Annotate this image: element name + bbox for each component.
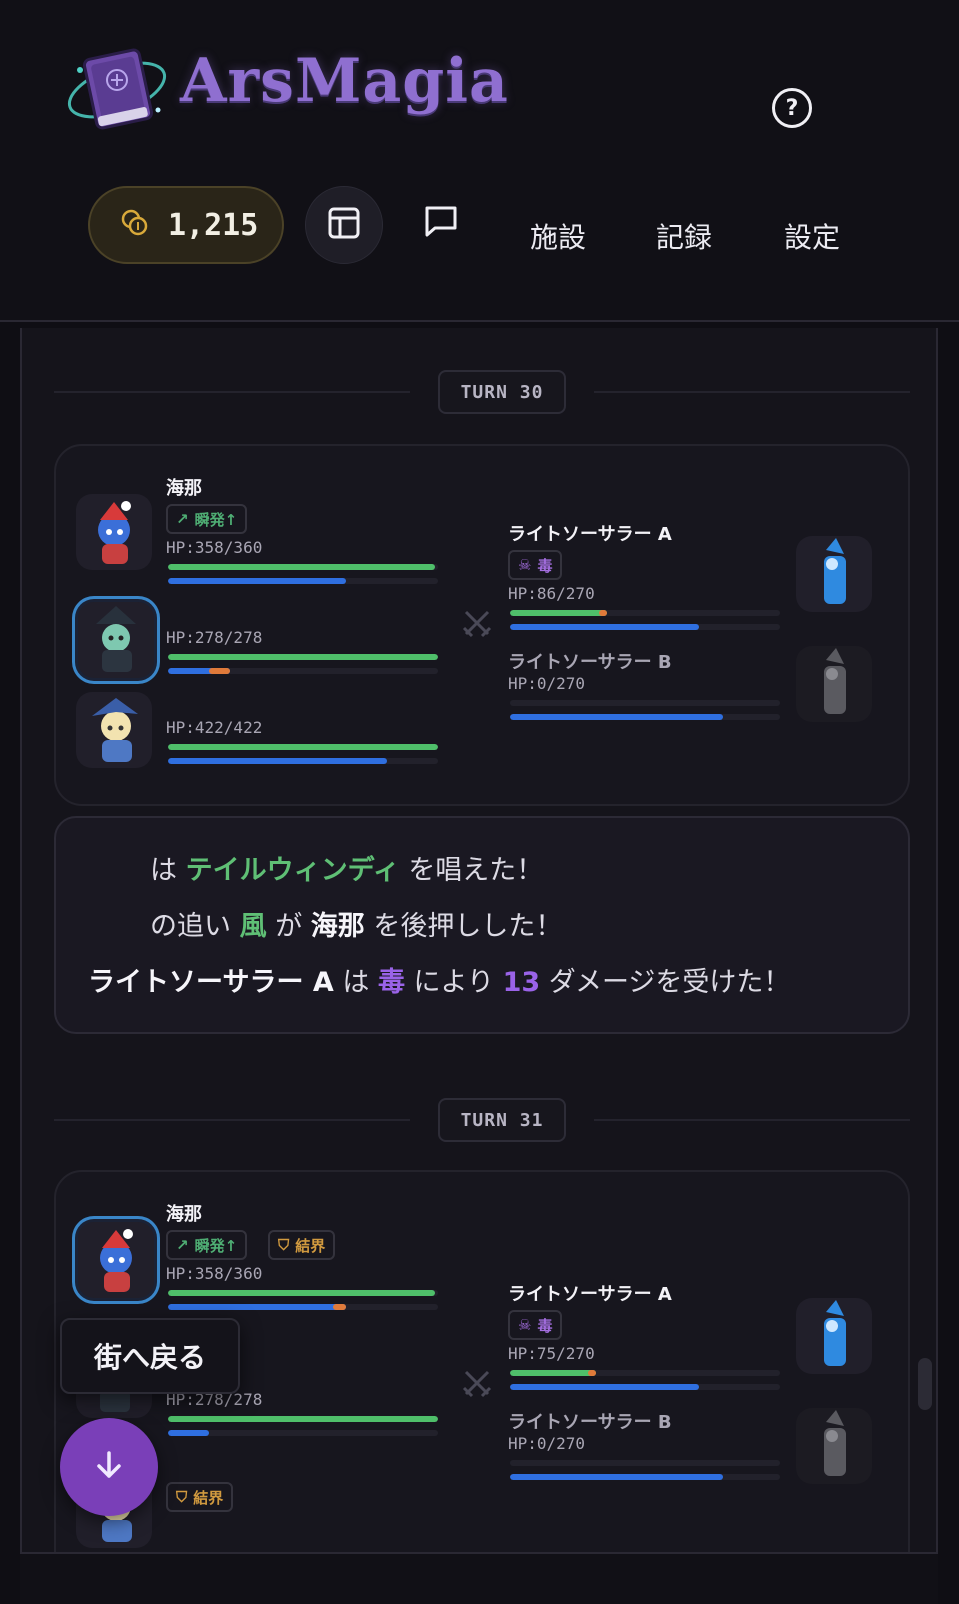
hp-bar <box>510 1370 780 1376</box>
ally-portrait-active[interactable] <box>78 1222 154 1298</box>
mp-bar <box>168 1304 438 1310</box>
mp-bar <box>510 714 780 720</box>
enemy-name: ライトソーサラー B <box>508 652 672 673</box>
mp-bar <box>168 578 438 584</box>
hp-text: HP:0/270 <box>508 674 586 693</box>
status-tag-buff: ↗ 瞬発↑ <box>166 504 248 534</box>
mp-bar <box>510 1384 780 1390</box>
skull-icon: ☠ <box>518 556 532 574</box>
bottom-bar <box>20 1552 938 1604</box>
enemy-portrait[interactable] <box>796 1298 872 1374</box>
enemy-portrait-defeated[interactable] <box>796 1408 872 1484</box>
status-tag-buff: ↗ 瞬発↑ <box>166 1230 248 1260</box>
shield-icon: ⛉ <box>278 1236 290 1254</box>
status-tag-shield: ⛉結界 <box>268 1230 336 1260</box>
trend-up-icon: ↗ <box>176 1236 189 1254</box>
coins-icon <box>120 208 150 242</box>
turn-badge: TURN 30 <box>438 370 566 414</box>
status-tag-poison: ☠ 毒 <box>508 1310 563 1340</box>
nav-facilities[interactable]: 施設 <box>530 216 586 256</box>
message-line-3: ライトソーサラー A は 毒 により 13 ダメージを受けた！ <box>88 967 791 998</box>
crossed-swords-icon <box>462 608 492 638</box>
nav-records[interactable]: 記録 <box>656 216 712 256</box>
battle-state-card: 海那 ↗ 瞬発↑ HP:358/360 HP:278/278 HP:422/42… <box>54 444 910 806</box>
layout-icon <box>327 206 361 244</box>
ally-name: 海那 <box>166 1204 202 1225</box>
turn-badge: TURN 31 <box>438 1098 566 1142</box>
hp-text: HP:358/360 <box>166 538 263 557</box>
hp-text: HP:75/270 <box>508 1344 595 1363</box>
mp-bar <box>510 1474 780 1480</box>
question-icon: ? <box>785 95 799 121</box>
scrollbar-thumb[interactable] <box>918 1358 932 1410</box>
help-button[interactable]: ? <box>772 88 812 128</box>
coin-balance[interactable]: 1,215 <box>88 186 284 264</box>
battle-log[interactable]: TURN 30 海那 ↗ 瞬発↑ HP:358/360 HP:278/278 H… <box>20 328 938 1604</box>
hp-bar <box>168 564 438 570</box>
spellbook-logo-icon <box>62 40 172 140</box>
enemy-portrait[interactable] <box>796 536 872 612</box>
return-to-town-button[interactable]: 街へ戻る <box>60 1318 240 1394</box>
app-title: ArsMagia <box>180 46 509 116</box>
hp-text: HP:86/270 <box>508 584 595 603</box>
layout-button[interactable] <box>305 186 383 264</box>
status-tag-shield: ⛉結界 <box>166 1482 234 1512</box>
trend-up-icon: ↗ <box>176 510 189 528</box>
ally-portrait-active[interactable] <box>78 602 154 678</box>
scroll-down-button[interactable] <box>60 1418 158 1516</box>
ally-portrait[interactable] <box>76 494 152 570</box>
hp-text: HP:278/278 <box>166 628 263 647</box>
mp-bar <box>168 758 438 764</box>
crossed-swords-icon <box>462 1368 492 1398</box>
hp-bar <box>510 1460 780 1466</box>
coin-amount: 1,215 <box>168 207 259 243</box>
hp-bar <box>168 654 438 660</box>
action-message: は テイルウィンディ を唱えた！ の追い 風 が 海那 を後押しした！ ライトソ… <box>54 816 910 1034</box>
ally-name: 海那 <box>166 478 202 499</box>
shield-icon: ⛉ <box>176 1488 188 1506</box>
app-header: ArsMagia ? 1,215 施設 記録 設定 <box>0 0 959 322</box>
hp-bar <box>510 700 780 706</box>
mp-bar <box>510 624 780 630</box>
hp-text: HP:0/270 <box>508 1434 586 1453</box>
enemy-name: ライトソーサラー B <box>508 1412 672 1433</box>
turn-divider: TURN 30 <box>54 370 910 414</box>
hp-bar <box>168 744 438 750</box>
skull-icon: ☠ <box>518 1316 532 1334</box>
hp-bar <box>510 610 780 616</box>
message-line-2: の追い 風 が 海那 を後押しした！ <box>150 911 563 942</box>
hp-text: HP:358/360 <box>166 1264 263 1283</box>
chat-bubble-icon <box>423 203 459 243</box>
nav-settings[interactable]: 設定 <box>784 216 840 256</box>
hp-bar <box>168 1416 438 1422</box>
enemy-portrait-defeated[interactable] <box>796 646 872 722</box>
enemy-name: ライトソーサラー A <box>508 524 672 545</box>
hp-text: HP:422/422 <box>166 718 263 737</box>
mp-bar <box>168 1430 438 1436</box>
message-line-1: は テイルウィンディ を唱えた！ <box>150 855 544 886</box>
mp-bar <box>168 668 438 674</box>
status-tag-poison: ☠ 毒 <box>508 550 563 580</box>
turn-divider: TURN 31 <box>54 1098 910 1142</box>
chat-button[interactable] <box>418 200 464 246</box>
hp-bar <box>168 1290 438 1296</box>
ally-portrait[interactable] <box>76 692 152 768</box>
arrow-down-icon <box>92 1448 126 1486</box>
enemy-name: ライトソーサラー A <box>508 1284 672 1305</box>
